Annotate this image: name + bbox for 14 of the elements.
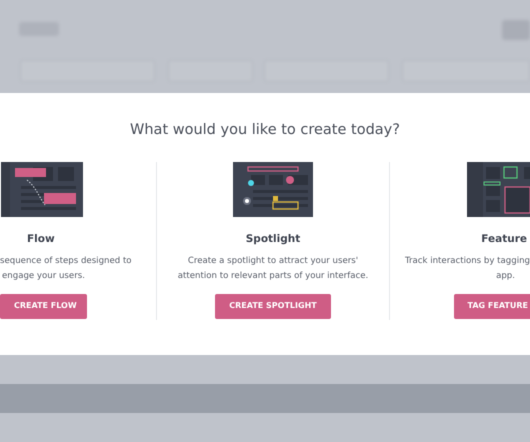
option-description: attention to relevant parts of your interface. bbox=[178, 270, 368, 282]
modal-heading: What would you like to create today? bbox=[129, 121, 401, 140]
option-description: Track interactions by tagging bbox=[404, 254, 530, 268]
create-button[interactable]: CREATE SPOTLIGHT bbox=[215, 294, 331, 318]
option-title: Feature bbox=[481, 232, 527, 247]
option-description: app. bbox=[496, 270, 515, 282]
option-title: Spotlight bbox=[246, 232, 300, 247]
option-description: sequence of steps designed to bbox=[0, 254, 132, 268]
feature-illustration bbox=[467, 162, 530, 217]
option-description: Create a spotlight to attract your users' bbox=[188, 254, 358, 268]
create-button[interactable]: CREATE FLOW bbox=[0, 294, 87, 318]
create-button[interactable]: TAG FEATURE bbox=[454, 294, 530, 318]
option-title: Flow bbox=[27, 232, 55, 247]
option-description: engage your users. bbox=[2, 270, 85, 282]
